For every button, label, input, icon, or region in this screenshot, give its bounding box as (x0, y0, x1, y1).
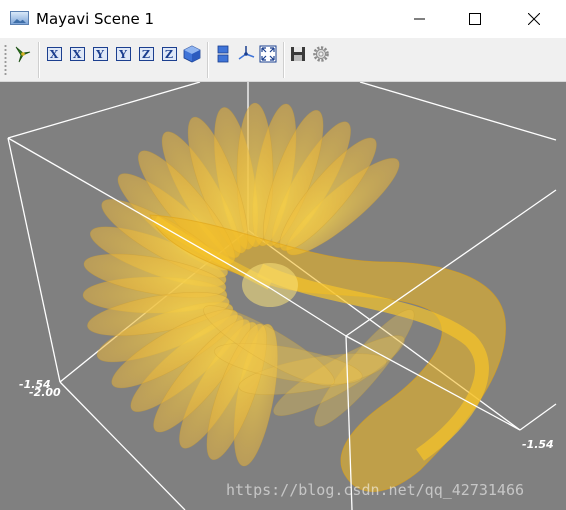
toolbar-separator (283, 42, 285, 78)
view-z-minus-button[interactable]: Z (159, 44, 179, 64)
view-z-plus-button[interactable]: Z (136, 44, 156, 64)
app-icon (10, 11, 29, 25)
axis-label-right: -1.54 (522, 438, 554, 451)
toolbar-separator (38, 42, 40, 78)
view-y-plus-button[interactable]: Y (90, 44, 110, 64)
parallel-projection-button[interactable] (213, 44, 233, 64)
surface-mesh (82, 102, 506, 492)
axis-label-left-bottom: -2.00 (29, 386, 61, 399)
mayavi-pipeline-button[interactable] (13, 44, 33, 64)
mayavi-pipeline-icon (15, 46, 31, 63)
axes-indicator-icon (238, 46, 255, 60)
close-button[interactable] (511, 0, 557, 38)
settings-icon (313, 46, 329, 62)
scene-canvas (7, 82, 557, 510)
scene-toolbar: X X Y Y Z Z (0, 38, 566, 82)
maximize-icon (469, 13, 481, 25)
view-x-plus-button[interactable]: X (44, 44, 64, 64)
minimize-icon (414, 18, 425, 20)
window-title: Mayavi Scene 1 (36, 10, 155, 28)
full-screen-icon (259, 45, 277, 63)
view-x-minus-button[interactable]: X (67, 44, 87, 64)
view-y-minus-button[interactable]: Y (113, 44, 133, 64)
isometric-view-icon (183, 45, 201, 63)
save-button[interactable] (288, 44, 308, 64)
view-y-minus-icon: Y (115, 47, 131, 61)
isometric-view-button[interactable] (182, 44, 202, 64)
parallel-projection-icon (217, 45, 229, 63)
save-icon (291, 47, 305, 61)
render-viewport[interactable]: -1.54 -2.00 -1.54 (0, 82, 566, 510)
view-z-minus-icon: Z (161, 47, 177, 61)
toolbar-separator (207, 42, 209, 78)
full-screen-button[interactable] (258, 44, 278, 64)
maximize-button[interactable] (452, 0, 498, 38)
view-x-plus-icon: X (46, 47, 62, 61)
view-x-minus-icon: X (69, 47, 85, 61)
watermark-text: https://blog.csdn.net/qq_42731466 (226, 481, 525, 499)
close-icon (528, 13, 540, 25)
axes-indicator-button[interactable] (236, 44, 256, 64)
view-z-plus-icon: Z (138, 47, 154, 61)
settings-button[interactable] (311, 44, 331, 64)
view-y-plus-icon: Y (92, 47, 108, 61)
minimize-button[interactable] (397, 0, 443, 38)
toolbar-grip[interactable] (4, 44, 7, 76)
title-bar: Mayavi Scene 1 (0, 0, 566, 38)
